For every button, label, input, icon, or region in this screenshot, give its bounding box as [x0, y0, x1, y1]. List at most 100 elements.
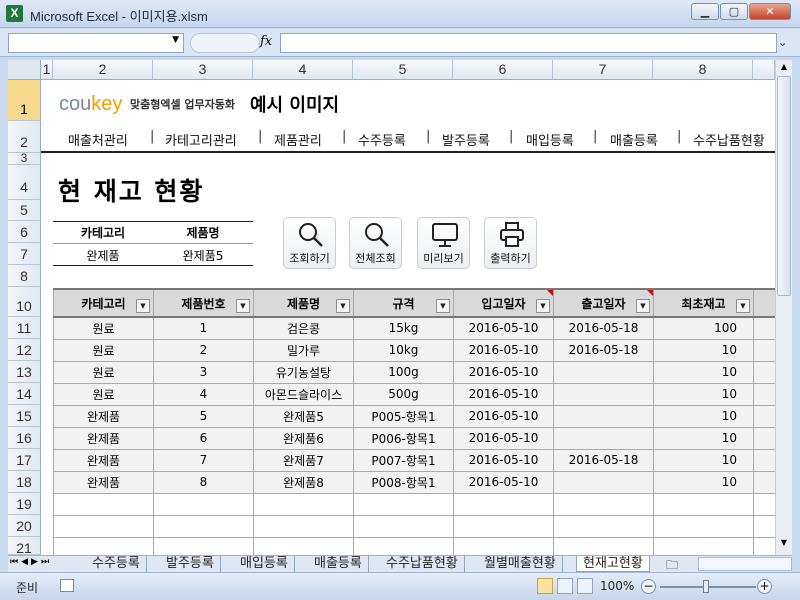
table-cell[interactable]: 완제품: [53, 448, 154, 472]
preview-button[interactable]: 미리보기: [417, 217, 470, 269]
maximize-button[interactable]: ▢: [720, 3, 748, 20]
sheet-tab[interactable]: 수주등록: [86, 556, 147, 572]
table-cell[interactable]: P008-항목1: [353, 470, 454, 494]
row-header[interactable]: 3: [8, 152, 41, 165]
table-cell[interactable]: 완제품7: [253, 448, 354, 472]
row-header[interactable]: 16: [8, 427, 41, 449]
vertical-scrollbar[interactable]: ▲ ▼: [775, 60, 792, 555]
menu-item-category[interactable]: 카테고리관리: [165, 130, 237, 149]
filter-dropdown-icon[interactable]: ▼: [436, 299, 450, 313]
sheet-tab[interactable]: 발주등록: [160, 556, 221, 572]
table-cell[interactable]: 500g: [353, 382, 454, 406]
table-cell[interactable]: 15kg: [353, 316, 454, 340]
table-cell[interactable]: [553, 360, 654, 384]
table-cell[interactable]: 100g: [353, 360, 454, 384]
table-cell[interactable]: 10: [653, 448, 754, 472]
table-cell[interactable]: 2016-05-18: [553, 448, 654, 472]
table-cell[interactable]: 완제품: [53, 404, 154, 428]
filter-dropdown-icon[interactable]: ▼: [136, 299, 150, 313]
menu-item-order-delivery[interactable]: 수주납품현황: [693, 130, 765, 149]
table-cell[interactable]: [753, 426, 776, 450]
filter-dropdown-icon[interactable]: ▼: [636, 299, 650, 313]
table-cell[interactable]: 완제품5: [253, 404, 354, 428]
table-cell[interactable]: 1: [153, 316, 254, 340]
column-header[interactable]: 3: [153, 60, 253, 80]
table-cell[interactable]: [753, 492, 776, 516]
table-cell[interactable]: [453, 514, 554, 538]
table-cell[interactable]: 검은콩: [253, 316, 354, 340]
table-cell[interactable]: 100: [653, 316, 754, 340]
table-cell[interactable]: 유기농설탕: [253, 360, 354, 384]
row-header[interactable]: 21: [8, 537, 41, 556]
table-cell[interactable]: 2016-05-18: [553, 338, 654, 362]
table-cell[interactable]: 10: [653, 426, 754, 450]
table-cell[interactable]: P007-항목1: [353, 448, 454, 472]
zoom-out-button[interactable]: −: [641, 579, 656, 594]
table-cell[interactable]: [553, 404, 654, 428]
table-cell[interactable]: 5: [153, 404, 254, 428]
table-cell[interactable]: 4: [153, 382, 254, 406]
table-cell[interactable]: [153, 492, 254, 516]
zoom-in-button[interactable]: +: [757, 579, 772, 594]
table-cell[interactable]: [553, 382, 654, 406]
comment-indicator[interactable]: [647, 291, 653, 296]
table-cell[interactable]: 2016-05-18: [553, 316, 654, 340]
table-cell[interactable]: 6: [153, 426, 254, 450]
name-box[interactable]: ▼: [8, 33, 184, 53]
sheet-tab[interactable]: 매출등록: [308, 556, 369, 572]
page-layout-view-icon[interactable]: [557, 578, 573, 594]
scroll-up-icon[interactable]: ▲: [777, 62, 791, 74]
row-header[interactable]: 14: [8, 383, 41, 405]
row-header[interactable]: 11: [8, 317, 41, 339]
table-cell[interactable]: [753, 382, 776, 406]
table-cell[interactable]: P005-항목1: [353, 404, 454, 428]
table-cell[interactable]: 10: [653, 470, 754, 494]
table-cell[interactable]: [153, 514, 254, 538]
table-cell[interactable]: [253, 492, 354, 516]
table-cell[interactable]: 원료: [53, 338, 154, 362]
minimize-button[interactable]: ▁: [691, 3, 719, 20]
filter-product-input[interactable]: 완제품5: [153, 247, 253, 264]
table-cell[interactable]: [453, 492, 554, 516]
table-cell[interactable]: 2016-05-10: [453, 404, 554, 428]
table-cell[interactable]: 밀가루: [253, 338, 354, 362]
column-header[interactable]: 8: [653, 60, 753, 80]
macro-record-icon[interactable]: [60, 579, 74, 592]
table-cell[interactable]: 2016-05-10: [453, 360, 554, 384]
table-cell[interactable]: [753, 448, 776, 472]
table-cell[interactable]: 10: [653, 404, 754, 428]
sheet-tab-active[interactable]: 현재고현황: [576, 556, 650, 572]
row-header[interactable]: 12: [8, 339, 41, 361]
row-header[interactable]: 15: [8, 405, 41, 427]
menu-item-sales-client[interactable]: 매출처관리: [68, 130, 128, 149]
table-cell[interactable]: 2016-05-10: [453, 382, 554, 406]
table-cell[interactable]: 아몬드슬라이스: [253, 382, 354, 406]
table-cell[interactable]: [53, 492, 154, 516]
table-cell[interactable]: [553, 514, 654, 538]
row-header[interactable]: 7: [8, 243, 41, 265]
formula-input[interactable]: [280, 33, 777, 53]
formula-expand-control[interactable]: [190, 33, 260, 53]
scroll-thumb[interactable]: [777, 76, 791, 296]
sheet-tab[interactable]: 매입등록: [234, 556, 295, 572]
table-cell[interactable]: [53, 514, 154, 538]
table-cell[interactable]: 원료: [53, 382, 154, 406]
row-header[interactable]: 19: [8, 493, 41, 515]
row-header[interactable]: 8: [8, 265, 41, 287]
table-cell[interactable]: 2016-05-10: [453, 448, 554, 472]
table-cell[interactable]: 2016-05-10: [453, 338, 554, 362]
table-cell[interactable]: [753, 316, 776, 340]
table-cell[interactable]: P006-항목1: [353, 426, 454, 450]
column-header[interactable]: 1: [41, 60, 53, 80]
table-cell[interactable]: 2016-05-10: [453, 470, 554, 494]
table-cell[interactable]: 10: [653, 382, 754, 406]
menu-item-purchase[interactable]: 매입등록: [526, 130, 574, 149]
row-header[interactable]: 1: [8, 80, 41, 121]
table-cell[interactable]: 8: [153, 470, 254, 494]
row-header[interactable]: 10: [8, 287, 41, 317]
filter-dropdown-icon[interactable]: ▼: [236, 299, 250, 313]
scroll-down-icon[interactable]: ▼: [777, 538, 791, 550]
print-button[interactable]: 출력하기: [484, 217, 537, 269]
zoom-level[interactable]: 100%: [600, 579, 634, 593]
column-header[interactable]: 6: [453, 60, 553, 80]
